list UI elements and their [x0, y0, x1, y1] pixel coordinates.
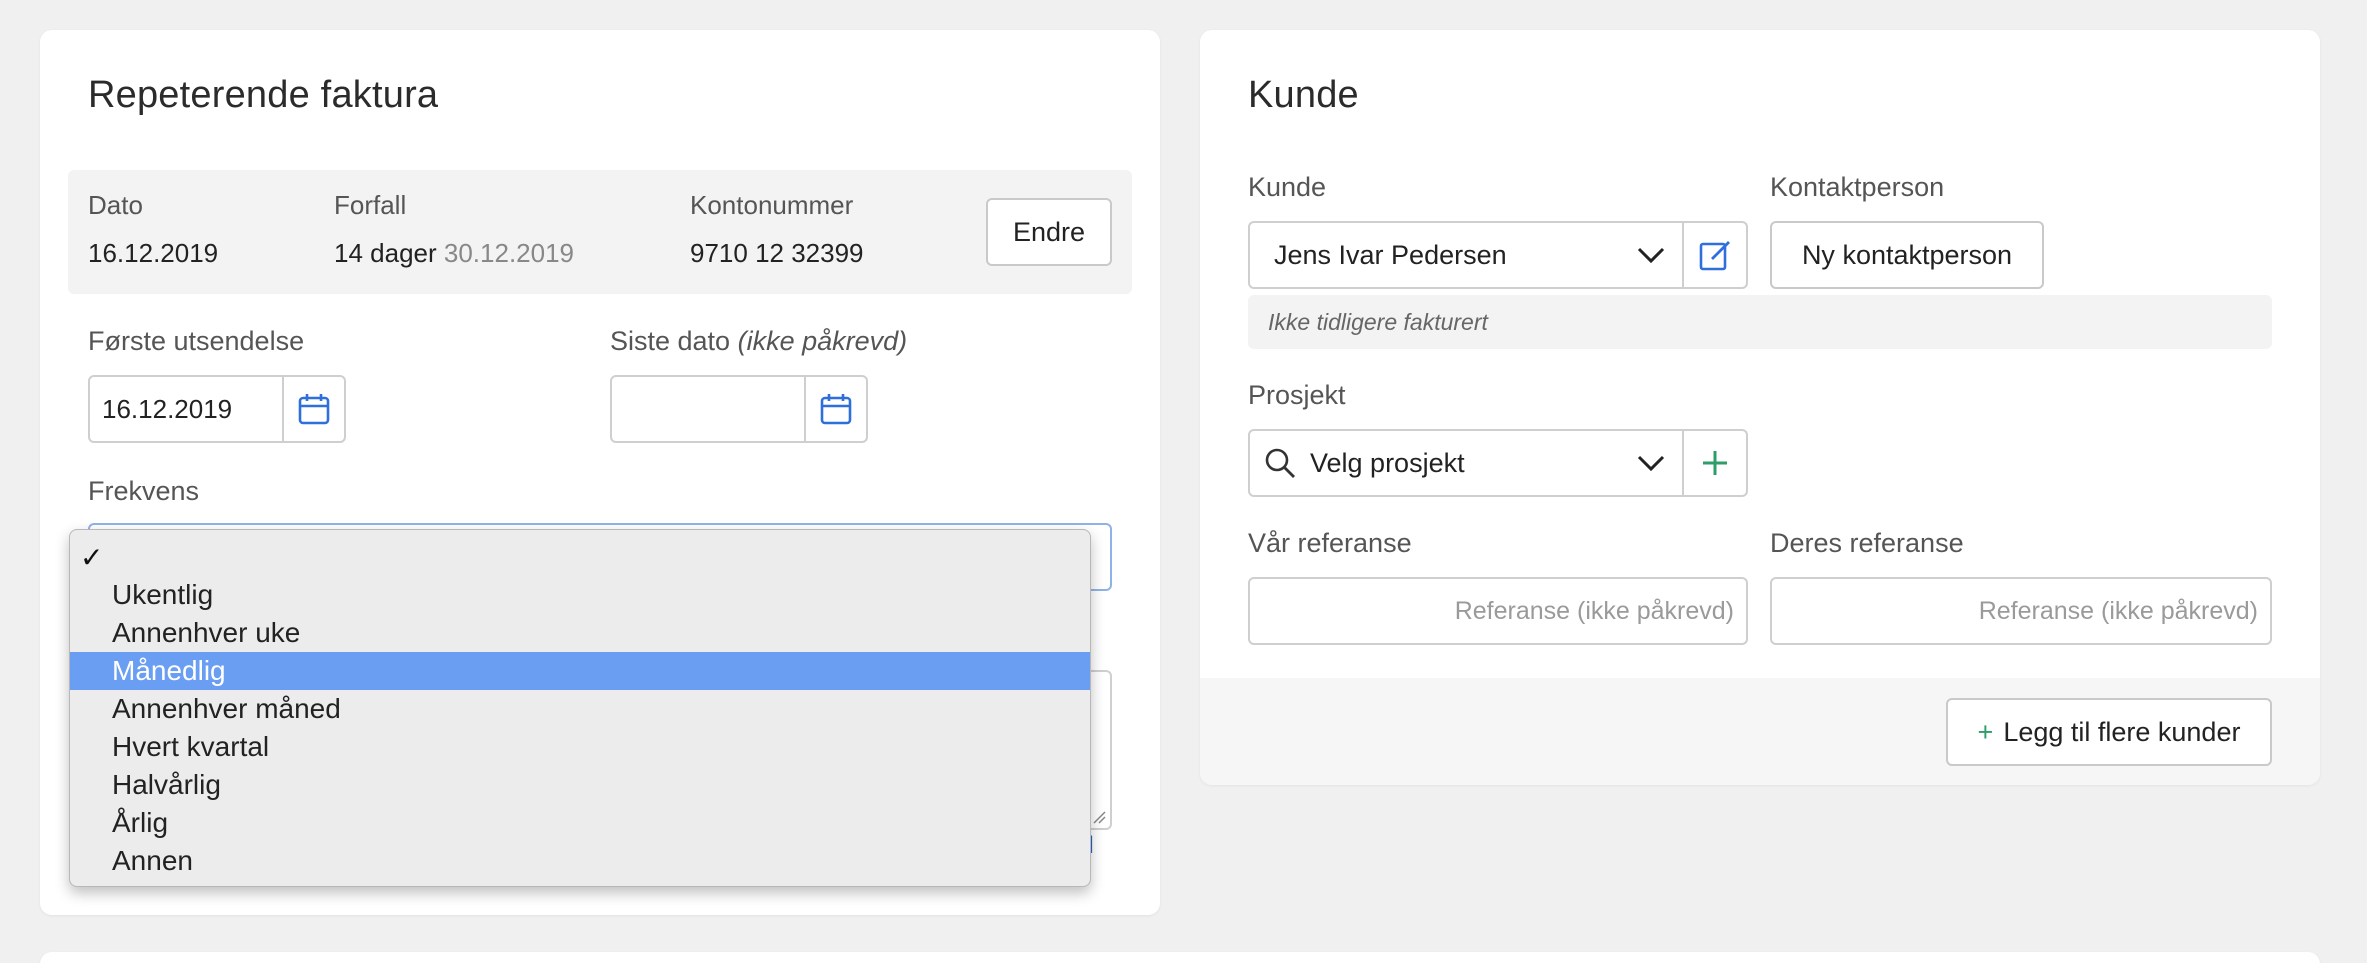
resize-handle-icon[interactable]: [1090, 808, 1106, 824]
forste-utsendelse-label: Første utsendelse: [88, 326, 305, 356]
forste-utsendelse-field: 16.12.2019: [88, 375, 346, 443]
frekvens-option[interactable]: Årlig: [70, 804, 1090, 842]
frekvens-option[interactable]: Annenhver uke: [70, 614, 1090, 652]
edit-button[interactable]: Endre: [986, 198, 1112, 266]
page-title: Repeterende faktura: [88, 74, 439, 116]
siste-dato-field: [610, 375, 868, 443]
new-contact-button[interactable]: Ny kontaktperson: [1770, 221, 2044, 289]
frekvens-option[interactable]: Hvert kvartal: [70, 728, 1090, 766]
siste-dato-label-main: Siste dato: [610, 326, 731, 356]
siste-dato-label: Siste dato (ikke påkrevd): [610, 326, 907, 357]
deres-referanse-input[interactable]: Referanse (ikke påkrevd): [1770, 577, 2272, 645]
calendar-icon[interactable]: [282, 377, 344, 441]
var-referanse-label: Vår referanse: [1248, 528, 1412, 558]
calendar-icon[interactable]: [804, 377, 866, 441]
var-referanse-input[interactable]: Referanse (ikke påkrevd): [1248, 577, 1748, 645]
forfall-value: 14 dager 30.12.2019: [334, 238, 574, 269]
edit-icon[interactable]: [1682, 223, 1746, 287]
next-section-card: [40, 952, 2320, 963]
forfall-date: 30.12.2019: [443, 238, 575, 268]
prosjekt-placeholder: Velg prosjekt: [1310, 447, 1465, 478]
search-icon: [1250, 431, 1310, 495]
frekvens-option[interactable]: Halvårlig: [70, 766, 1090, 804]
kontaktperson-label: Kontaktperson: [1770, 172, 1945, 202]
frekvens-option[interactable]: Annen: [70, 842, 1090, 880]
kunde-select-value: Jens Ivar Pedersen: [1274, 239, 1507, 270]
prosjekt-label: Prosjekt: [1248, 380, 1346, 410]
plus-icon: +: [1977, 716, 1994, 747]
chevron-down-icon[interactable]: [1620, 431, 1682, 495]
kontonummer-value: 9710 12 32399: [690, 238, 864, 268]
customer-title: Kunde: [1248, 74, 1359, 116]
frekvens-option[interactable]: Ukentlig: [70, 576, 1090, 614]
forfall-days: 14 dager: [334, 238, 437, 268]
kunde-select[interactable]: Jens Ivar Pedersen: [1248, 221, 1748, 289]
frekvens-dropdown-list: ✓ Ukentlig Annenhver uke Månedlig Annenh…: [69, 529, 1091, 887]
customer-note: Ikke tidligere fakturert: [1248, 295, 2272, 349]
forste-utsendelse-input[interactable]: 16.12.2019: [90, 377, 282, 441]
frekvens-option-selected[interactable]: Månedlig: [70, 652, 1090, 690]
customer-card: Kunde Kunde Jens Ivar Pedersen Kontaktpe…: [1200, 30, 2320, 785]
add-project-icon[interactable]: [1682, 431, 1746, 495]
customer-card-footer: + Legg til flere kunder: [1200, 678, 2320, 785]
kontonummer-label: Kontonummer: [690, 190, 854, 220]
frekvens-label: Frekvens: [88, 476, 200, 506]
frekvens-option[interactable]: Annenhver måned: [70, 690, 1090, 728]
prosjekt-select[interactable]: Velg prosjekt: [1248, 429, 1748, 497]
siste-dato-input[interactable]: [612, 377, 804, 441]
add-more-customers-button[interactable]: + Legg til flere kunder: [1946, 698, 2272, 766]
deres-referanse-label: Deres referanse: [1770, 528, 1964, 558]
chevron-down-icon[interactable]: [1620, 223, 1682, 287]
kunde-label: Kunde: [1248, 172, 1327, 202]
dato-value: 16.12.2019: [88, 238, 219, 268]
siste-dato-label-hint: (ikke påkrevd): [737, 326, 908, 356]
invoice-info-box: Dato 16.12.2019 Forfall 14 dager 30.12.2…: [68, 170, 1132, 294]
add-more-customers-label: Legg til flere kunder: [2003, 716, 2241, 747]
checkmark-icon: ✓: [80, 542, 104, 573]
dato-label: Dato: [88, 190, 143, 220]
forfall-label: Forfall: [334, 190, 407, 220]
